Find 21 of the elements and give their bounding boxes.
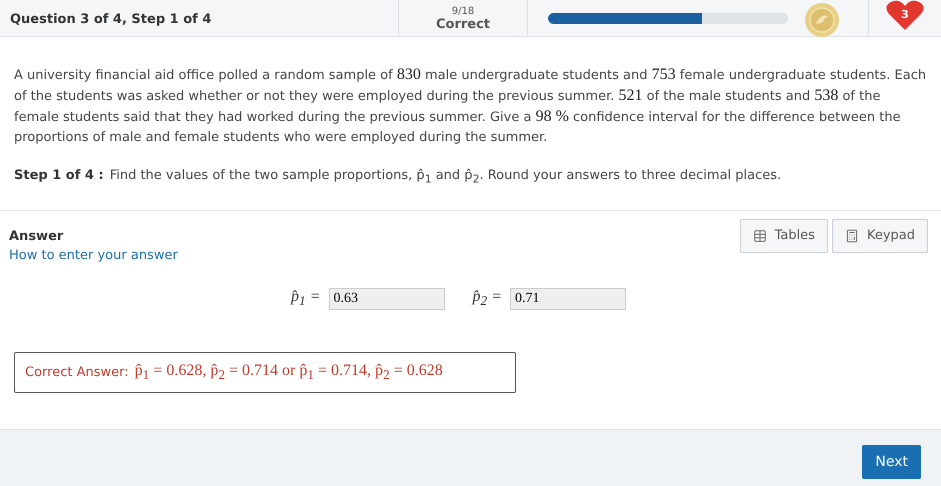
proportion-label: p̂$_{2}$ = bbox=[472, 288, 502, 310]
coin-icon bbox=[804, 2, 840, 38]
table-button[interactable]: Tables bbox=[740, 218, 828, 253]
table-icon bbox=[752, 228, 767, 243]
step-instructions: Find the values of the two sample proportions, p̂$_{1}$ and p̂$_{2}$. Round your answers to three decimal places. bbox=[110, 168, 782, 186]
proportion-label: p̂$_{1}$ = bbox=[291, 288, 320, 310]
lives-heart: 3 bbox=[885, 0, 925, 28]
score-label: Correct bbox=[436, 17, 490, 32]
score-count: 9/18 bbox=[452, 7, 474, 17]
next-button[interactable]: Next bbox=[862, 445, 921, 479]
correct-answer-label: Correct Answer: bbox=[25, 364, 129, 380]
answer-field[interactable]: 0.63 bbox=[328, 288, 444, 310]
help-link[interactable]: How to enter your answer bbox=[9, 248, 178, 263]
question-step-title: Question 3 of 4, Step 1 of 4 bbox=[9, 10, 212, 28]
question-text: A university financial aid office polled a random sample of 830 male undergraduate students and 753 female undergraduate students. Each of the students was asked whether or not they were employed during the previous summer. 521 of the male students and 538 of the female students said that they had worked during the previous summer. Give a 98 % confidence interval for the difference between the proportions of male and female students who were employed during the summer. bbox=[14, 65, 927, 147]
answer-field[interactable]: 0.71 bbox=[510, 288, 626, 310]
calculator-icon bbox=[844, 228, 859, 243]
correct-answer-text: p̂$_{1}$ = 0.628, p̂$_{2}$ = 0.714 or p̂$_{1}$ = 0.714, p̂$_{2}$ = 0.628 bbox=[134, 362, 443, 383]
answer-heading: Answer bbox=[9, 228, 64, 244]
step-label: Step 1 of 4 : bbox=[14, 168, 104, 185]
keypad-button[interactable]: Keypad bbox=[832, 218, 928, 253]
